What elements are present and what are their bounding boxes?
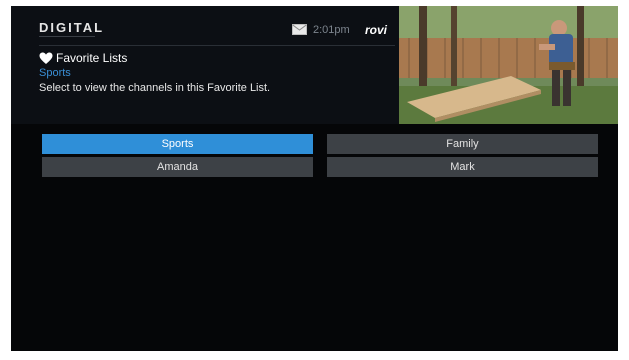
list-item-label: Family: [446, 138, 479, 150]
list-item-label: Mark: [450, 161, 475, 173]
mail-icon[interactable]: [292, 24, 307, 35]
list-item-mark[interactable]: Mark: [327, 157, 598, 177]
provider-logo: DIGITAL: [39, 20, 105, 35]
panel-description: Select to view the channels in this Favo…: [39, 82, 271, 94]
selected-list-name: Sports: [39, 67, 71, 79]
logo-underline: [39, 36, 95, 41]
list-item-sports[interactable]: Sports: [42, 134, 313, 154]
tv-screen: DIGITAL 2:01pm rovi Favorite Lists Sport…: [11, 6, 618, 351]
list-item-family[interactable]: Family: [327, 134, 598, 154]
panel-title: Favorite Lists: [56, 51, 128, 65]
live-video-preview: [399, 6, 618, 124]
list-item-label: Amanda: [157, 161, 198, 173]
clock-time: 2:01pm: [313, 24, 350, 36]
brand-logo: rovi: [365, 23, 388, 37]
list-item-label: Sports: [161, 138, 194, 150]
heart-icon: [39, 52, 53, 64]
header-divider: [39, 45, 395, 46]
list-item-amanda[interactable]: Amanda: [42, 157, 313, 177]
guide-header: DIGITAL 2:01pm rovi Favorite Lists Sport…: [11, 6, 399, 124]
